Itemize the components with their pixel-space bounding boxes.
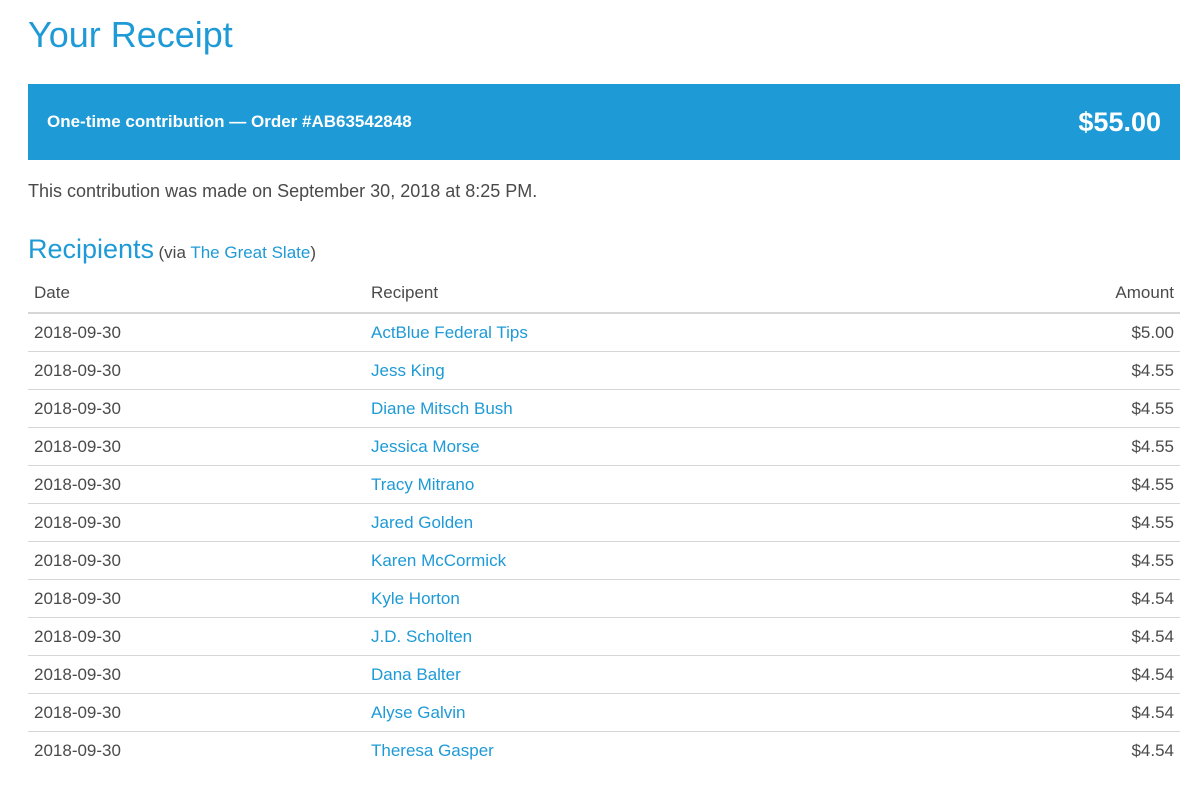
recipient-link[interactable]: Jess King (371, 361, 445, 380)
table-row: 2018-09-30 ActBlue Federal Tips $5.00 (28, 313, 1180, 352)
row-date: 2018-09-30 (28, 579, 365, 618)
recipient-link[interactable]: Karen McCormick (371, 551, 506, 570)
row-recipient: Jessica Morse (365, 427, 968, 466)
recipients-heading: Recipients (via The Great Slate) (28, 232, 316, 271)
row-amount: $4.55 (968, 503, 1180, 542)
row-date: 2018-09-30 (28, 351, 365, 390)
row-date: 2018-09-30 (28, 389, 365, 428)
recipient-link[interactable]: Diane Mitsch Bush (371, 399, 513, 418)
row-date: 2018-09-30 (28, 617, 365, 656)
order-total: $55.00 (1078, 106, 1161, 137)
row-recipient: Karen McCormick (365, 541, 968, 580)
via-prefix: (via (158, 243, 191, 262)
recipients-title: Recipients (28, 234, 155, 264)
recipient-link[interactable]: Kyle Horton (371, 589, 460, 608)
table-header-row: Date Recipent Amount (28, 274, 1180, 314)
row-amount: $4.55 (968, 541, 1180, 580)
table-row: 2018-09-30 Dana Balter $4.54 (28, 655, 1180, 694)
row-recipient: Jared Golden (365, 503, 968, 542)
row-amount: $4.54 (1131, 740, 1174, 760)
column-header-date: Date (28, 274, 365, 314)
contribution-date-text: This contribution was made on September … (28, 181, 538, 201)
recipient-link[interactable]: J.D. Scholten (371, 627, 472, 646)
recipient-rows: 2018-09-30 ActBlue Federal Tips $5.00 2018-… (28, 313, 1180, 769)
row-amount: $4.55 (968, 351, 1180, 390)
row-amount: $4.54 (968, 579, 1180, 618)
row-recipient: Dana Balter (365, 655, 968, 694)
row-amount: $4.55 (968, 465, 1180, 504)
row-recipient: Jess King (365, 351, 968, 390)
receipt-page: Your Receipt One-time contribution — Ord… (0, 0, 1200, 791)
recipient-link[interactable]: Alyse Galvin (371, 703, 465, 722)
row-recipient: Diane Mitsch Bush (365, 389, 968, 428)
row-recipient: J.D. Scholten (365, 617, 968, 656)
row-date: 2018-09-30 (28, 313, 365, 352)
row-recipient: ActBlue Federal Tips (365, 313, 968, 352)
row-amount: $4.55 (968, 427, 1180, 466)
row-amount: $4.55 (968, 389, 1180, 428)
table-row: 2018-09-30 J.D. Scholten $4.54 (28, 617, 1180, 656)
row-date: 2018-09-30 (28, 541, 365, 580)
recipient-link[interactable]: Dana Balter (371, 665, 461, 684)
table-row: 2018-09-30 Jess King $4.55 (28, 351, 1180, 390)
recipient-link[interactable]: Tracy Mitrano (371, 475, 474, 494)
recipient-link[interactable]: Theresa Gasper (371, 741, 494, 760)
row-recipient: Theresa Gasper (365, 732, 968, 770)
table-row: 2018-09-30 Karen McCormick $4.55 (28, 541, 1180, 580)
order-banner: One-time contribution — Order #AB6354284… (28, 84, 1180, 160)
row-recipient: Alyse Galvin (365, 693, 968, 732)
slate-link[interactable]: The Great Slate (190, 243, 310, 262)
row-date: 2018-09-30 (28, 465, 365, 504)
row-recipient: Kyle Horton (365, 579, 968, 618)
row-amount: $4.54 (968, 693, 1180, 732)
table-row: 2018-09-30 Jessica Morse $4.55 (28, 427, 1180, 466)
row-recipient: Tracy Mitrano (365, 465, 968, 504)
table-row: 2018-09-30 Diane Mitsch Bush $4.55 (28, 389, 1180, 428)
via-suffix: ) (310, 243, 317, 262)
row-amount: $4.54 (968, 617, 1180, 656)
row-amount: $4.54 (968, 655, 1180, 694)
recipients-table: Date Recipent Amount 2018-09-30 ActBlue F… (28, 274, 1180, 769)
recipient-link[interactable]: Jared Golden (371, 513, 473, 532)
table-row: 2018-09-30 Theresa Gasper $4.54 (28, 732, 1180, 770)
row-date: 2018-09-30 (28, 693, 365, 732)
table-row: 2018-09-30 Tracy Mitrano $4.55 (28, 465, 1180, 504)
column-header-amount: Amount (968, 274, 1180, 314)
row-date: 2018-09-30 (28, 427, 365, 466)
recipient-link[interactable]: ActBlue Federal Tips (371, 323, 528, 342)
column-header-recipient: Recipent (365, 274, 968, 314)
row-amount: $5.00 (968, 313, 1180, 352)
row-date: 2018-09-30 (34, 740, 121, 760)
table-row: 2018-09-30 Jared Golden $4.55 (28, 503, 1180, 542)
row-date: 2018-09-30 (28, 503, 365, 542)
page-title: Your Receipt (28, 14, 233, 55)
table-row: 2018-09-30 Alyse Galvin $4.54 (28, 693, 1180, 732)
order-description: One-time contribution — Order #AB6354284… (47, 112, 412, 131)
table-row: 2018-09-30 Kyle Horton $4.54 (28, 579, 1180, 618)
row-date: 2018-09-30 (28, 655, 365, 694)
recipient-link[interactable]: Jessica Morse (371, 437, 480, 456)
